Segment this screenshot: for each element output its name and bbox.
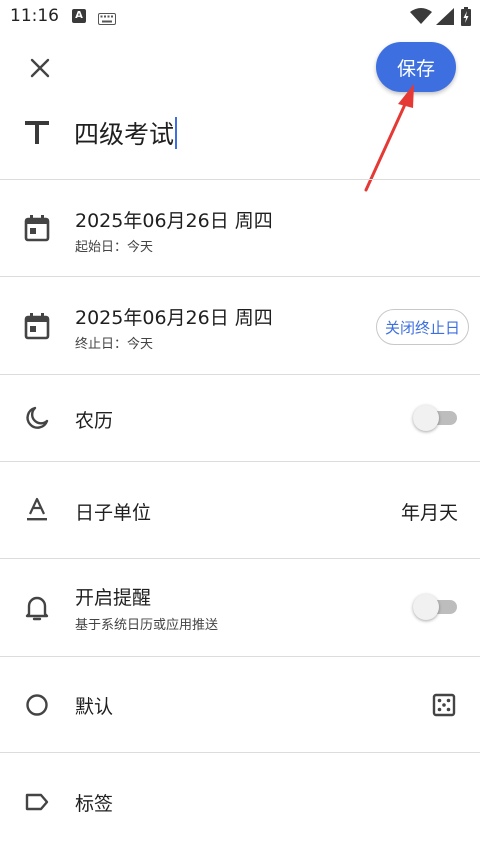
close-end-date-button[interactable]: 关闭终止日 <box>375 309 469 345</box>
end-date-label: 终止日：今天 <box>75 337 154 352</box>
day-unit-row[interactable]: 日子单位 年月天 <box>0 461 480 558</box>
circle-icon <box>22 690 52 720</box>
default-label: 默认 <box>75 696 114 718</box>
calendar-icon <box>22 213 52 243</box>
annotation-arrow <box>364 84 414 192</box>
lunar-label: 农历 <box>75 410 114 432</box>
reminder-label: 开启提醒 <box>75 587 152 609</box>
default-row[interactable]: 默认 <box>0 656 480 752</box>
start-date-value: 2025年06月26日 周四 <box>75 210 273 232</box>
calendar-icon <box>22 311 52 341</box>
toggle-thumb <box>413 405 439 431</box>
tag-row[interactable]: 标签 <box>0 752 480 853</box>
start-date-row[interactable]: 2025年06月26日 周四 起始日：今天 <box>0 179 480 276</box>
bell-icon <box>22 593 52 623</box>
reminder-description: 基于系统日历或应用推送 <box>75 618 219 633</box>
end-date-row[interactable]: 2025年06月26日 周四 终止日：今天 关闭终止日 <box>0 276 480 374</box>
toggle-thumb <box>413 594 439 620</box>
lunar-row[interactable]: 农历 <box>0 374 480 461</box>
text-format-icon <box>22 495 52 525</box>
dice-icon[interactable] <box>432 693 456 717</box>
start-date-label: 起始日：今天 <box>75 240 154 255</box>
reminder-toggle[interactable] <box>413 594 457 620</box>
end-date-value: 2025年06月26日 周四 <box>75 307 273 329</box>
day-unit-value: 年月天 <box>400 502 458 524</box>
lunar-toggle[interactable] <box>413 405 457 431</box>
tag-label: 标签 <box>75 793 114 815</box>
day-unit-label: 日子单位 <box>75 502 152 524</box>
label-icon <box>22 787 52 817</box>
moon-icon <box>22 403 52 433</box>
reminder-row[interactable]: 开启提醒 基于系统日历或应用推送 <box>0 558 480 656</box>
